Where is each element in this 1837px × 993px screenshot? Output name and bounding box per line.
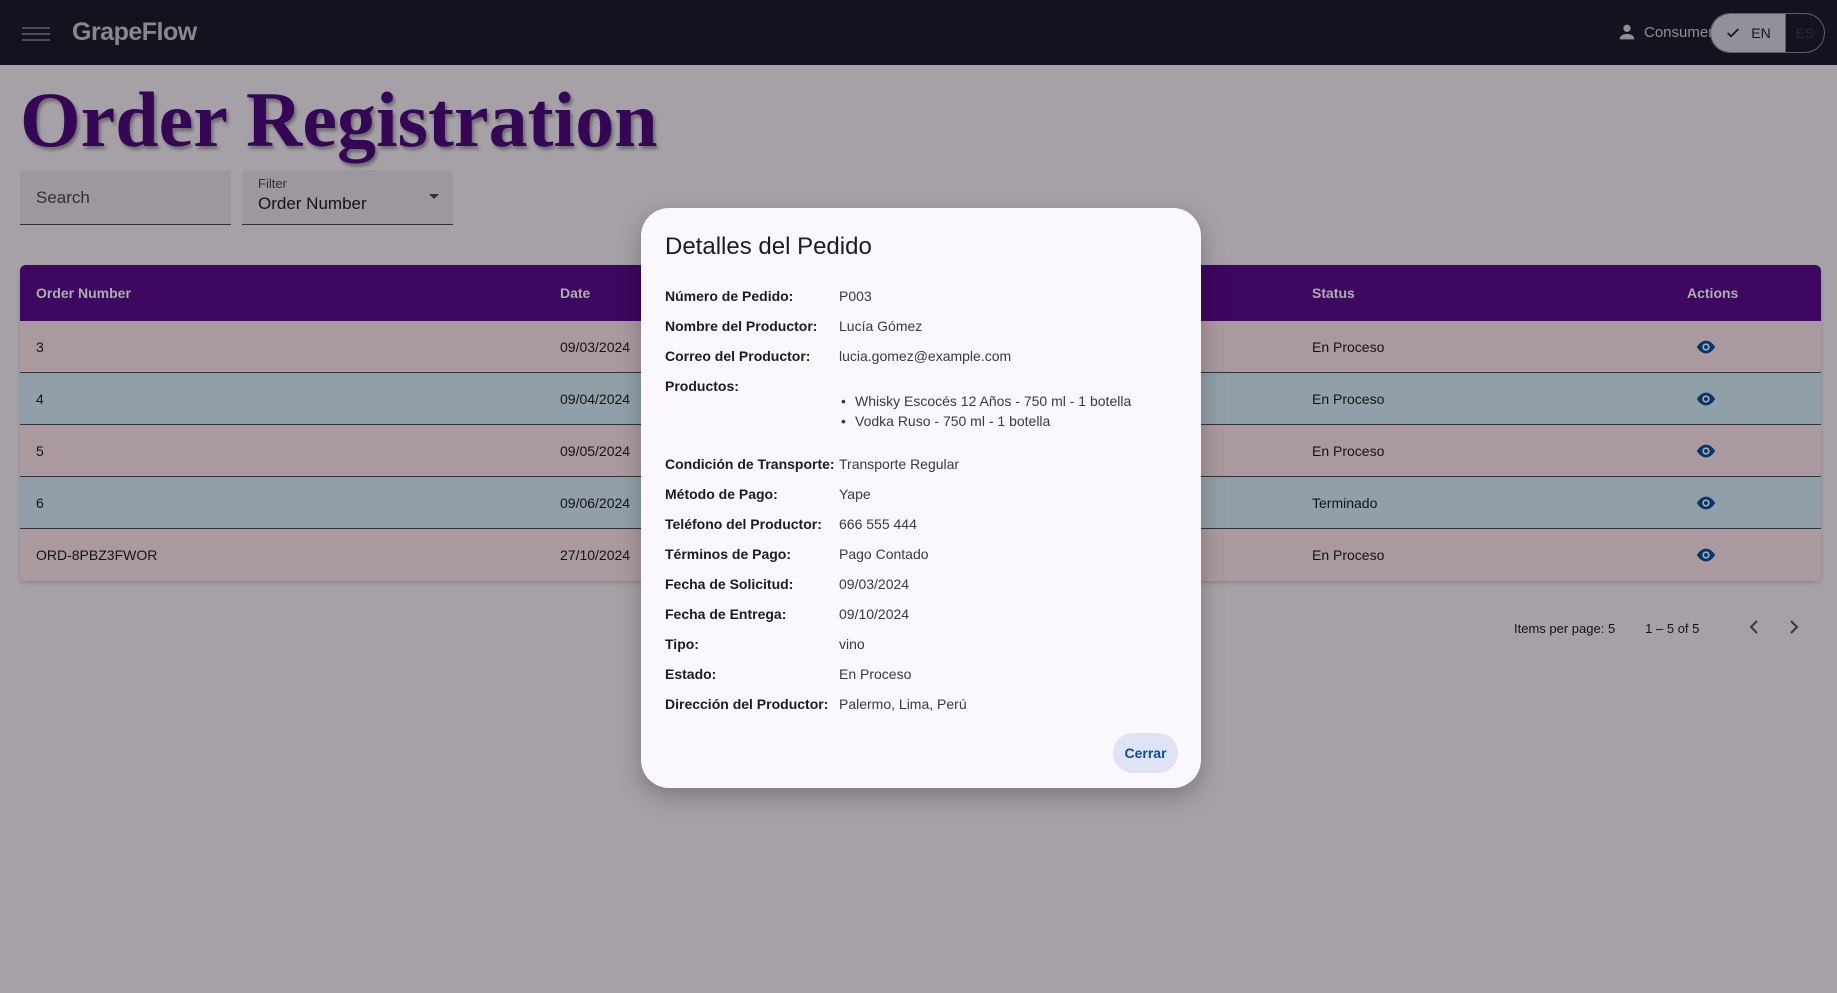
field-value: lucia.gomez@example.com bbox=[839, 348, 1012, 364]
field-value: 09/10/2024 bbox=[839, 606, 910, 622]
field-label: Términos de Pago: bbox=[665, 546, 792, 562]
list-item: Vodka Ruso - 750 ml - 1 botella bbox=[841, 411, 1131, 431]
field-value: Pago Contado bbox=[839, 546, 929, 562]
field-value: En Proceso bbox=[839, 666, 912, 682]
order-details-dialog: Detalles del Pedido Número de Pedido: P0… bbox=[641, 208, 1201, 788]
field-value: 09/03/2024 bbox=[839, 576, 910, 592]
field-label: Fecha de Solicitud: bbox=[665, 576, 794, 592]
field-label: Productos: bbox=[665, 378, 739, 394]
field-value: Lucía Gómez bbox=[839, 318, 923, 334]
field-label: Nombre del Productor: bbox=[665, 318, 818, 334]
dialog-title: Detalles del Pedido bbox=[665, 233, 872, 260]
field-label: Dirección del Productor: bbox=[665, 696, 829, 712]
field-label: Teléfono del Productor: bbox=[665, 516, 822, 532]
field-value: Transporte Regular bbox=[839, 456, 960, 472]
field-value: P003 bbox=[839, 288, 872, 304]
field-label: Tipo: bbox=[665, 636, 699, 652]
close-button[interactable]: Cerrar bbox=[1113, 733, 1178, 773]
field-label: Condición de Transporte: bbox=[665, 456, 835, 472]
field-value: Yape bbox=[839, 486, 871, 502]
field-label: Fecha de Entrega: bbox=[665, 606, 787, 622]
list-item: Whisky Escocés 12 Años - 750 ml - 1 bote… bbox=[841, 391, 1131, 411]
field-value: 666 555 444 bbox=[839, 516, 917, 532]
field-label: Correo del Productor: bbox=[665, 348, 811, 364]
field-value: vino bbox=[839, 636, 865, 652]
field-label: Método de Pago: bbox=[665, 486, 778, 502]
products-list: Whisky Escocés 12 Años - 750 ml - 1 bote… bbox=[841, 391, 1131, 431]
field-value: Palermo, Lima, Perú bbox=[839, 696, 967, 712]
field-label: Estado: bbox=[665, 666, 717, 682]
field-label: Número de Pedido: bbox=[665, 288, 794, 304]
